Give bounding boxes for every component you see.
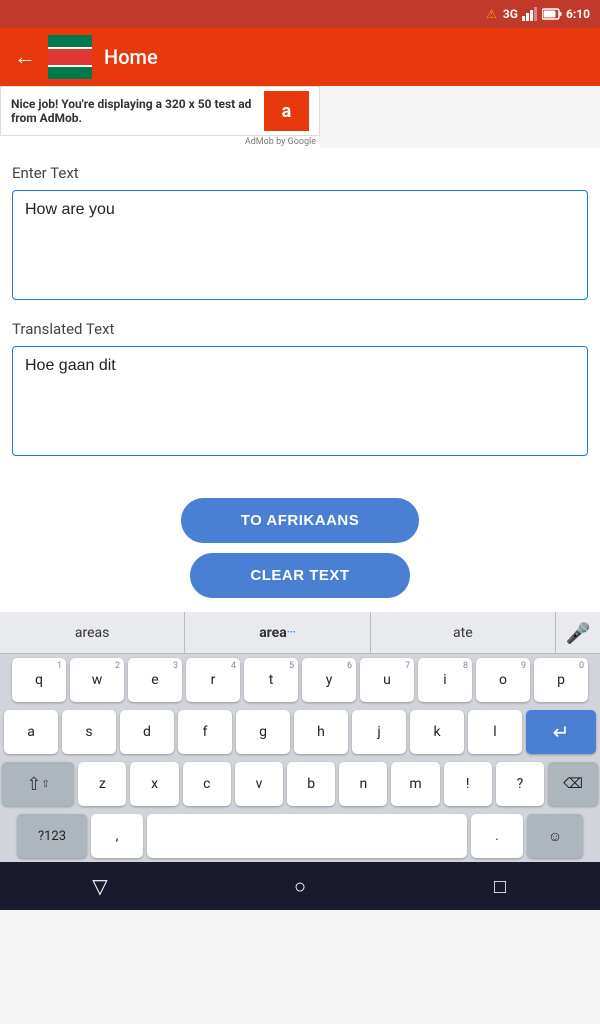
key-c[interactable]: c: [183, 762, 231, 806]
suggestion-area[interactable]: area ···: [185, 612, 370, 653]
key-enter[interactable]: ↵: [526, 710, 596, 754]
nav-home-button[interactable]: ○: [270, 862, 330, 910]
status-bar: ⚠ 3G 6:10: [0, 0, 600, 28]
bottom-nav: ▽ ○ □: [0, 862, 600, 910]
suggestion-ate[interactable]: ate: [371, 612, 556, 653]
key-h[interactable]: h: [294, 710, 348, 754]
key-d[interactable]: d: [120, 710, 174, 754]
to-afrikaans-button[interactable]: TO AFRIKAANS: [181, 498, 420, 543]
sym-key[interactable]: ?123: [17, 814, 87, 858]
signal-bars-icon: [522, 7, 538, 21]
buttons-area: TO AFRIKAANS CLEAR TEXT: [0, 492, 600, 612]
key-w[interactable]: 2w: [70, 658, 124, 702]
emoji-key[interactable]: ☺: [527, 814, 583, 858]
key-x[interactable]: x: [130, 762, 178, 806]
time-display: 6:10: [566, 7, 590, 21]
row-4: ?123 , . ☺: [0, 810, 600, 862]
ad-by-text: AdMob by Google: [0, 136, 320, 148]
main-content: Enter Text How are you Translated Text H…: [0, 148, 600, 492]
backspace-key[interactable]: ⌫: [548, 762, 598, 806]
key-k[interactable]: k: [410, 710, 464, 754]
key-exclaim[interactable]: !: [444, 762, 492, 806]
keyboard: areas area ··· ate 🎤 1q 2w 3e 4r 5t 6y 7…: [0, 612, 600, 862]
warning-icon: ⚠: [486, 7, 497, 21]
clear-text-button[interactable]: CLEAR TEXT: [190, 553, 409, 598]
ad-logo-letter: a: [282, 101, 292, 122]
key-i[interactable]: 8i: [418, 658, 472, 702]
battery-icon: [542, 8, 562, 20]
key-z[interactable]: z: [78, 762, 126, 806]
key-t[interactable]: 5t: [244, 658, 298, 702]
ad-logo: a: [264, 91, 309, 131]
key-u[interactable]: 7u: [360, 658, 414, 702]
ad-text: Nice job! You're displaying a 320 x 50 t…: [11, 97, 264, 125]
number-row: 1q 2w 3e 4r 5t 6y 7u 8i 9o 0p: [0, 654, 600, 706]
keyboard-suggestions: areas area ··· ate 🎤: [0, 612, 600, 654]
key-question[interactable]: ?: [496, 762, 544, 806]
key-o[interactable]: 9o: [476, 658, 530, 702]
key-n[interactable]: n: [339, 762, 387, 806]
back-button[interactable]: ←: [14, 44, 36, 70]
translated-text-output[interactable]: Hoe gaan dit: [12, 346, 588, 456]
signal-indicator: 3G: [503, 7, 518, 21]
key-e[interactable]: 3e: [128, 658, 182, 702]
app-logo: [48, 35, 92, 79]
row-2: a s d f g h j k l ↵: [0, 706, 600, 758]
key-v[interactable]: v: [235, 762, 283, 806]
mic-button[interactable]: 🎤: [556, 621, 600, 645]
comma-key[interactable]: ,: [91, 814, 143, 858]
ad-banner[interactable]: Nice job! You're displaying a 320 x 50 t…: [0, 86, 320, 136]
nav-recent-button[interactable]: □: [470, 862, 530, 910]
app-title: Home: [104, 45, 158, 69]
ad-bold-text: Nice job!: [11, 97, 58, 111]
key-q[interactable]: 1q: [12, 658, 66, 702]
shift-key[interactable]: ⇧⇧: [2, 762, 74, 806]
space-key[interactable]: [147, 814, 467, 858]
row-3: ⇧⇧ z x c v b n m ! ? ⌫: [0, 758, 600, 810]
key-f[interactable]: f: [178, 710, 232, 754]
translated-text-label: Translated Text: [12, 320, 588, 338]
enter-text-label: Enter Text: [12, 164, 588, 182]
key-p[interactable]: 0p: [534, 658, 588, 702]
key-g[interactable]: g: [236, 710, 290, 754]
key-l[interactable]: l: [468, 710, 522, 754]
enter-text-input[interactable]: How are you: [12, 190, 588, 300]
key-s[interactable]: s: [62, 710, 116, 754]
nav-back-button[interactable]: ▽: [70, 862, 130, 910]
key-a[interactable]: a: [4, 710, 58, 754]
status-icons: 3G 6:10: [503, 7, 590, 21]
key-m[interactable]: m: [391, 762, 439, 806]
key-j[interactable]: j: [352, 710, 406, 754]
key-y[interactable]: 6y: [302, 658, 356, 702]
key-r[interactable]: 4r: [186, 658, 240, 702]
period-key[interactable]: .: [471, 814, 523, 858]
app-bar: ← Home: [0, 28, 600, 86]
key-b[interactable]: b: [287, 762, 335, 806]
suggestion-areas[interactable]: areas: [0, 612, 185, 653]
